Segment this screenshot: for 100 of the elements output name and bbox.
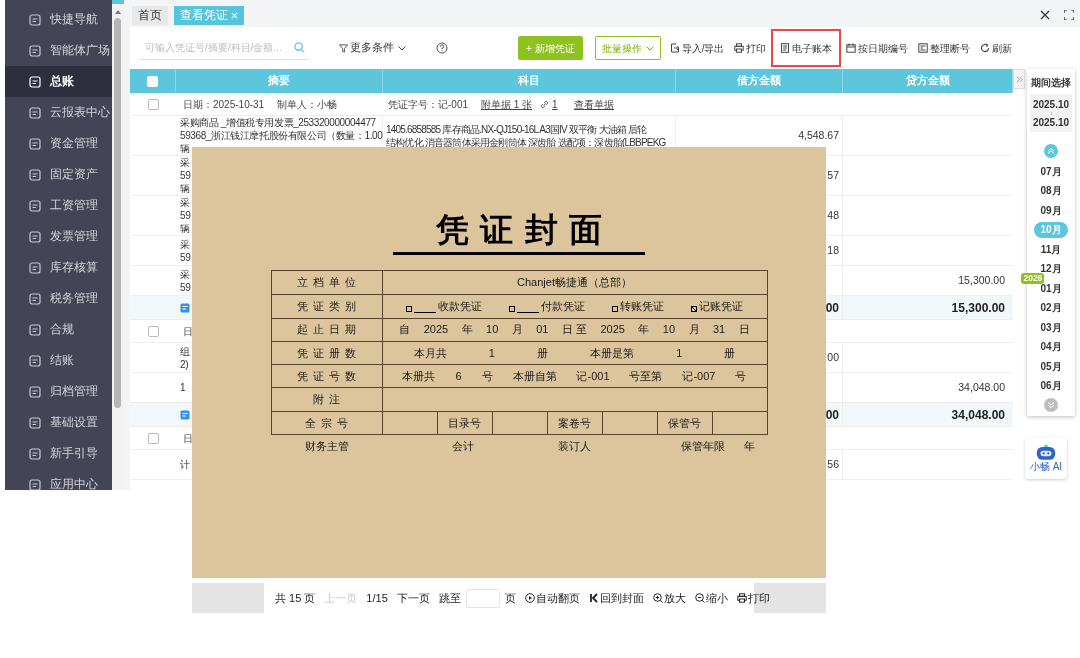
page-count: 共 15 页	[275, 590, 316, 606]
sidebar-label: 合规	[50, 321, 74, 337]
sidebar-label: 基础设置	[50, 414, 98, 430]
toolbar-button[interactable]: 电子账本	[771, 29, 842, 67]
month-item[interactable]: 03月	[1034, 319, 1068, 335]
pager-button[interactable]: 缩小	[694, 589, 728, 607]
module-icon	[29, 13, 41, 26]
toolbar-button[interactable]: 打印	[729, 29, 772, 67]
sidebar-item[interactable]: 智能体广场	[5, 35, 112, 66]
module-icon	[29, 323, 41, 336]
month-item[interactable]: 05月	[1034, 358, 1068, 374]
form-value: 01	[536, 322, 549, 338]
sidebar-item[interactable]: 库存核算	[5, 252, 112, 283]
summary-text: 59368_浙江钱江摩托股份有限公司（数量：1.00	[180, 129, 383, 142]
amount-text: 15,300.00	[958, 272, 1005, 288]
column-header: 科目	[518, 73, 540, 89]
fullscreen-icon[interactable]	[1064, 10, 1074, 20]
sidebar-item[interactable]: 应用中心	[5, 469, 112, 490]
month-item[interactable]: 07月	[1034, 163, 1068, 179]
search-icon[interactable]	[294, 42, 305, 53]
caret-icon	[645, 45, 654, 51]
toolbar-button[interactable]: 按日期编号	[841, 29, 914, 67]
month-item[interactable]: 04月	[1034, 338, 1068, 355]
sidebar-label: 归档管理	[50, 383, 98, 399]
module-icon	[29, 385, 41, 398]
toolbar-button[interactable]: 导入/导出	[664, 29, 730, 67]
pager-button[interactable]: 打印	[736, 589, 770, 607]
sidebar-item[interactable]: 固定资产	[5, 159, 112, 190]
form-value: 6	[455, 369, 462, 385]
view-documents-link[interactable]: 查看单据	[574, 96, 614, 112]
amount-text: 57	[827, 167, 839, 183]
period-range[interactable]: 2025.10 2025.10	[1030, 94, 1072, 133]
scroll-up-icon[interactable]	[115, 10, 121, 14]
toolbar-button[interactable]: 刷新	[975, 29, 1018, 67]
sidebar-item[interactable]: 新手引导	[5, 438, 112, 469]
sidebar-item[interactable]: 快捷导航	[5, 4, 112, 35]
form-value: 自	[399, 322, 411, 338]
list-icon	[918, 43, 929, 53]
toolbar-button[interactable]: 整理断号	[913, 29, 976, 67]
page-indicator: 1/15	[366, 590, 388, 606]
sidebar-item[interactable]: 发票管理	[5, 221, 112, 252]
sidebar-item[interactable]: 工资管理	[5, 190, 112, 221]
link-count[interactable]: 1	[552, 96, 558, 112]
scroll-thumb[interactable]	[114, 18, 121, 408]
filter-button[interactable]: 更多条件	[339, 40, 406, 56]
pager-button[interactable]: 自动翻页	[524, 589, 580, 607]
amount-text: 00	[827, 349, 839, 365]
row-checkbox[interactable]	[147, 98, 159, 110]
sidebar-item[interactable]: 总账	[5, 66, 112, 97]
amount-text: 48	[827, 207, 839, 223]
sidebar-label: 结账	[50, 352, 74, 368]
row-checkbox[interactable]	[147, 432, 159, 444]
month-item[interactable]: 06月	[1034, 377, 1068, 394]
select-all-checkbox[interactable]	[147, 75, 158, 87]
sidebar-item[interactable]: 税务管理	[5, 283, 112, 314]
form-label: 案卷号	[558, 415, 591, 431]
sidebar-item[interactable]: 云报表中心	[5, 97, 112, 128]
month-item[interactable]: 02月	[1034, 299, 1068, 316]
form-value: 号	[735, 369, 747, 385]
sidebar-item[interactable]: 基础设置	[5, 407, 112, 438]
pager-button[interactable]: 放大	[652, 589, 686, 607]
summary-text: 59	[180, 250, 191, 264]
sidebar-item[interactable]: 归档管理	[5, 376, 112, 407]
form-label: 保管号	[668, 415, 701, 431]
sidebar-item[interactable]: 合规	[5, 314, 112, 345]
sidebar-item[interactable]: 结账	[5, 345, 112, 376]
month-item[interactable]: 08月	[1034, 182, 1068, 199]
expand-button[interactable]	[1013, 69, 1025, 89]
signature-label: 年	[743, 439, 755, 455]
scroll-up-icon[interactable]	[1044, 144, 1058, 159]
next-page-button[interactable]: 下一页	[396, 589, 430, 607]
sidebar-item[interactable]: 资金管理	[5, 128, 112, 159]
assistant-button[interactable]: 小畅 AI	[1025, 437, 1067, 479]
play-icon	[524, 593, 535, 603]
summary-icon	[180, 302, 190, 313]
help-icon[interactable]	[436, 42, 448, 54]
form-value: 号至第	[629, 369, 663, 385]
voucher-type-option[interactable]: 记账凭证	[691, 298, 743, 315]
page-input[interactable]	[465, 588, 500, 608]
sidebar-label: 新手引导	[50, 445, 98, 461]
voucher-type-option[interactable]: 付款凭证	[509, 298, 585, 315]
summary-text: 59	[180, 209, 191, 222]
attachments-link[interactable]: 附单据 1 张	[481, 98, 533, 110]
column-header: 贷方金额	[905, 73, 950, 89]
summary-text: 辆	[180, 222, 190, 235]
pager-button[interactable]: 回到封面	[588, 589, 644, 607]
form-value: 10	[486, 322, 499, 338]
sidebar-label: 快捷导航	[50, 11, 98, 27]
close-icon[interactable]	[1040, 10, 1050, 20]
module-icon	[29, 292, 41, 305]
voucher-type-option[interactable]: 转账凭证	[612, 298, 664, 315]
form-value: 31	[713, 322, 726, 338]
voucher-type-option[interactable]: 收款凭证	[406, 298, 482, 315]
month-item[interactable]: 11月	[1034, 241, 1068, 257]
row-checkbox[interactable]	[147, 325, 159, 337]
scroll-down-icon[interactable]	[1044, 398, 1058, 413]
tab[interactable]: 首页	[132, 6, 168, 25]
month-item[interactable]: 09月	[1034, 202, 1068, 218]
amount-text: 56	[827, 456, 839, 472]
cover-title: 凭证封面	[434, 210, 614, 250]
